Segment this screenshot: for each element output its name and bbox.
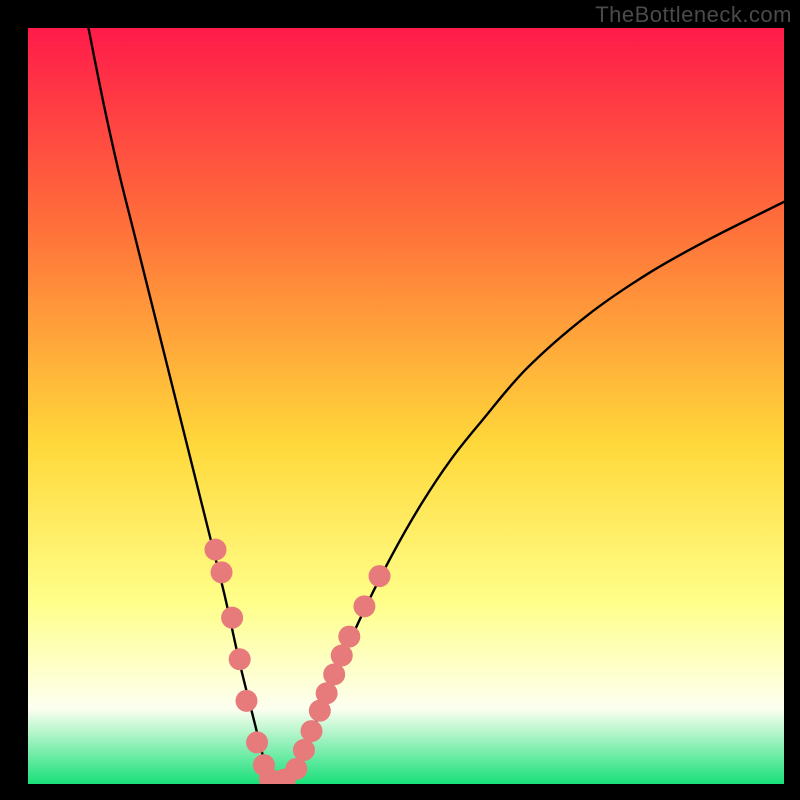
gradient-bg [28, 28, 784, 784]
chart-frame: TheBottleneck.com [0, 0, 800, 800]
marker-dot [246, 731, 268, 753]
marker-dot [229, 648, 251, 670]
marker-dot [353, 595, 375, 617]
marker-dot [204, 539, 226, 561]
chart-svg [28, 28, 784, 784]
marker-dot [331, 644, 353, 666]
plot-area [28, 28, 784, 784]
watermark-label: TheBottleneck.com [595, 2, 792, 28]
marker-dot [323, 663, 345, 685]
marker-dot [316, 682, 338, 704]
marker-dot [293, 739, 315, 761]
marker-dot [235, 690, 257, 712]
marker-dot [211, 561, 233, 583]
marker-dot [221, 607, 243, 629]
marker-dot [338, 626, 360, 648]
marker-dot [285, 758, 307, 780]
marker-dot [301, 720, 323, 742]
marker-dot [369, 565, 391, 587]
